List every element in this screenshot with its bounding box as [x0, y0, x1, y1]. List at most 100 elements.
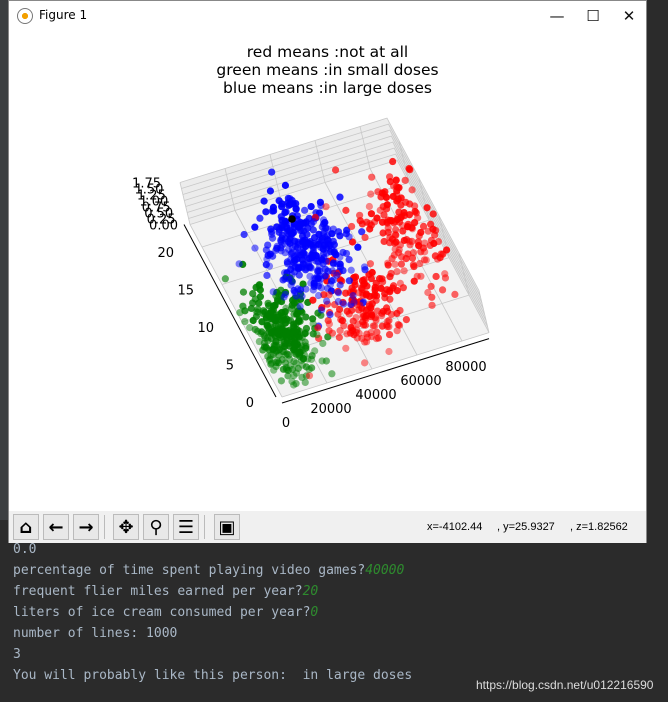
coord-z: , z=1.82562: [570, 521, 628, 533]
scatter-point: [391, 230, 399, 238]
scatter-point: [386, 286, 394, 295]
scatter-point: [311, 347, 319, 355]
scatter-point: [441, 270, 449, 278]
scatter-point: [361, 233, 369, 242]
console-text: 0.0: [13, 542, 37, 557]
scatter-point: [313, 331, 321, 339]
scatter-point: [315, 262, 324, 271]
scatter-point: [428, 301, 436, 309]
scatter-point: [309, 320, 317, 328]
forward-button[interactable]: →: [73, 514, 99, 540]
scatter-point: [325, 320, 333, 328]
scatter-point: [309, 226, 317, 234]
scatter-point: [323, 297, 331, 305]
scatter-point: [372, 279, 380, 287]
scatter-point: [334, 297, 342, 306]
scatter-point: [290, 228, 298, 237]
scatter-point: [287, 281, 295, 289]
navigation-toolbar: ⌂ ← → ✥ ⚲ ☰ ▣ x=-4102.44 , y=25.9327 , z…: [9, 511, 646, 543]
scatter-point: [379, 278, 387, 286]
scatter-point: [251, 244, 259, 252]
scatter-point: [282, 208, 290, 216]
scatter-point: [368, 173, 376, 181]
scatter-point: [281, 181, 290, 189]
scatter-point: [345, 233, 353, 241]
scatter-point: [372, 334, 381, 343]
title-bar[interactable]: Figure 1 — ☐ ✕: [9, 1, 646, 31]
scatter-3d-chart[interactable]: 020000400006000080000051015200.000.250.5…: [9, 31, 646, 511]
configure-button[interactable]: ☰: [173, 514, 199, 540]
scatter-point: [326, 311, 334, 319]
scatter-point: [427, 282, 435, 291]
scatter-point: [321, 233, 329, 241]
scatter-point: [397, 260, 406, 268]
home-button[interactable]: ⌂: [13, 514, 39, 540]
scatter-point: [241, 317, 249, 326]
pan-button[interactable]: ✥: [113, 514, 139, 540]
scatter-point: [402, 198, 410, 206]
console-text: number of lines: 1000: [13, 626, 178, 641]
scatter-point: [240, 230, 248, 239]
scatter-point: [383, 317, 391, 326]
scatter-point: [286, 195, 294, 203]
scatter-point: [393, 268, 401, 276]
scatter-point: [277, 377, 285, 385]
x-tick-label: 60000: [400, 374, 441, 389]
scatter-point: [320, 227, 328, 235]
scatter-point: [325, 291, 333, 299]
y-tick-label: 10: [197, 321, 214, 336]
scatter-point: [268, 230, 276, 238]
scatter-point: [366, 220, 374, 228]
scatter-point: [288, 377, 296, 386]
scatter-point: [269, 288, 277, 296]
zoom-button[interactable]: ⚲: [143, 514, 169, 540]
scatter-point: [305, 372, 314, 380]
scatter-point: [408, 186, 416, 194]
scatter-point: [345, 255, 353, 264]
scatter-point: [328, 267, 337, 275]
scatter-point: [293, 255, 302, 263]
scatter-point: [278, 222, 286, 231]
scatter-point: [335, 333, 343, 341]
scatter-point: [386, 295, 394, 303]
scatter-point: [423, 204, 431, 212]
scatter-point: [298, 219, 306, 227]
scatter-point: [307, 202, 315, 211]
y-tick-label: 0: [246, 396, 254, 411]
scatter-point: [331, 250, 339, 258]
save-button[interactable]: ▣: [214, 514, 240, 540]
plot-canvas[interactable]: red means :not at all green means :in sm…: [9, 31, 646, 511]
console-text: You will probably like this person: in l…: [13, 668, 413, 683]
scatter-point: [370, 292, 378, 300]
magnifier-icon: ⚲: [149, 516, 163, 538]
back-button[interactable]: ←: [43, 514, 69, 540]
scatter-point: [280, 269, 289, 277]
console-line: liters of ice cream consumed per year?0: [13, 605, 318, 620]
scatter-point: [329, 260, 338, 268]
scatter-point: [262, 246, 270, 254]
scatter-point: [343, 330, 351, 338]
scatter-point: [299, 240, 307, 248]
scatter-point: [429, 210, 437, 218]
maximize-button[interactable]: ☐: [575, 1, 611, 31]
watermark: https://blog.csdn.net/u012216590: [476, 678, 654, 692]
scatter-point: [265, 262, 274, 270]
scatter-point: [257, 329, 265, 338]
scatter-point: [309, 218, 318, 226]
console-user-input: 20: [302, 584, 319, 599]
scatter-point: [274, 343, 282, 351]
console-text: percentage of time spent playing video g…: [13, 563, 366, 578]
scatter-point: [411, 202, 419, 210]
scatter-point: [406, 166, 414, 174]
y-tick-label: 20: [157, 246, 174, 261]
x-tick-label: 40000: [355, 388, 396, 403]
console-text: frequent flier miles earned per year?: [13, 584, 303, 599]
console-user-input: 0: [310, 605, 319, 620]
scatter-point: [263, 255, 271, 263]
close-button[interactable]: ✕: [611, 1, 647, 31]
scatter-point: [323, 249, 331, 257]
scatter-point: [384, 259, 392, 267]
scatter-point: [415, 232, 423, 240]
minimize-button[interactable]: —: [539, 1, 575, 31]
scatter-point: [434, 237, 443, 246]
